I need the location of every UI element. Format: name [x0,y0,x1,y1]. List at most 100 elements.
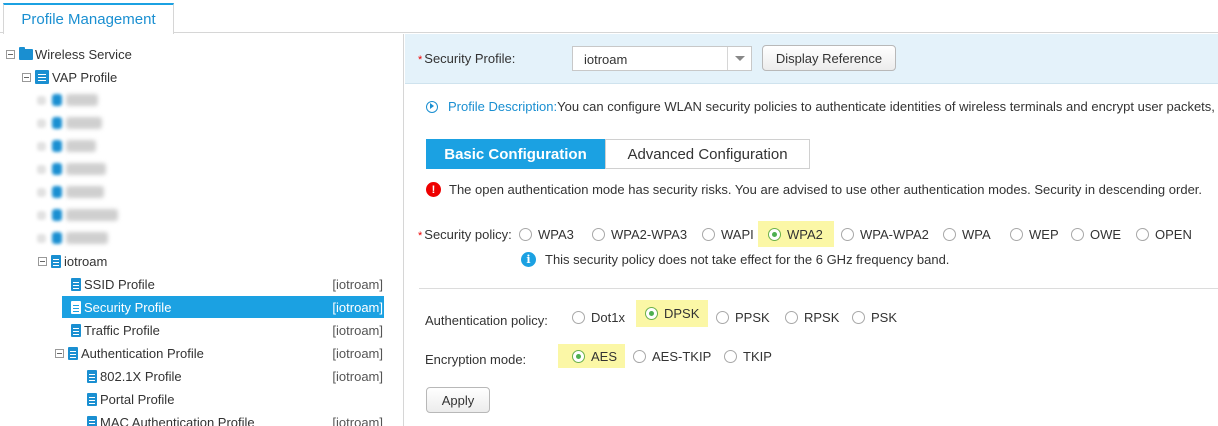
radio-button[interactable] [1071,227,1084,241]
radio-dot1x[interactable]: Dot1x [572,304,625,330]
tree-label: SSID Profile [84,276,155,292]
radio-aes[interactable]: AES [558,344,626,368]
tree-node-redacted[interactable] [37,227,108,249]
radio-rpsk[interactable]: RPSK [785,304,839,330]
required-mark: * [418,230,423,242]
tree-node-redacted[interactable] [37,158,106,180]
security-profile-select[interactable]: iotroam [572,46,752,71]
radio-psk[interactable]: PSK [852,304,897,330]
radio-label: WPA-WPA2 [860,226,929,242]
redacted-label [66,186,104,198]
display-reference-button[interactable]: Display Reference [762,45,896,71]
radio-label: WPA [962,226,991,242]
radio-label: PSK [871,309,898,325]
tree-node-vap-profile[interactable]: VAP Profile [22,66,117,88]
radio-button[interactable] [702,227,715,241]
error-icon: ! [426,182,441,197]
tree-label: 802.1X Profile [100,368,182,384]
redacted-expander [37,187,46,197]
profile-description-text: You can configure WLAN security policies… [557,99,1215,114]
radio-label: RPSK [804,309,840,325]
tree-node-redacted[interactable] [37,135,96,157]
tree-node-security-profile[interactable]: Security Profile [iotroam] [62,296,384,318]
document-icon [87,415,97,426]
radio-button[interactable] [592,227,605,241]
tree-node-portal-profile[interactable]: Portal Profile [87,388,174,410]
radio-button[interactable] [572,310,585,324]
document-icon [87,392,97,406]
radio-button[interactable] [724,349,737,363]
tree-node-redacted[interactable] [37,204,118,226]
radio-button[interactable] [852,310,865,324]
profile-description-link[interactable]: Profile Description: [448,99,557,114]
tab-advanced-configuration[interactable]: Advanced Configuration [605,139,810,169]
radio-wpa2-wpa3[interactable]: WPA2-WPA3 [592,221,687,247]
tree-node-redacted[interactable] [37,181,104,203]
radio-label: WPA2-WPA3 [611,226,688,242]
radio-button[interactable] [1136,227,1149,241]
config-panel: * Security Profile: iotroam Display Refer… [405,34,1218,426]
radio-wpa2[interactable]: WPA2 [758,221,834,247]
radio-tkip[interactable]: TKIP [724,343,772,369]
tree-node-wireless-service[interactable]: Wireless Service [6,43,132,65]
radio-label: WAPI [721,226,754,242]
tree-node-mac-auth-profile[interactable]: MAC Authentication Profile [iotroam] [87,411,383,426]
tree-label: Security Profile [84,299,172,315]
radio-button[interactable] [785,310,798,324]
tree-tag: [iotroam] [332,414,383,426]
tree-node-redacted[interactable] [37,112,102,134]
radio-label: AES [591,348,618,364]
radio-button[interactable] [572,349,585,363]
tab-profile-management[interactable]: Profile Management [3,3,174,34]
document-icon [52,140,62,152]
radio-wep[interactable]: WEP [1010,221,1059,247]
collapse-icon[interactable] [55,348,64,358]
radio-button[interactable] [645,307,658,320]
tree-node-8021x-profile[interactable]: 802.1X Profile [iotroam] [87,365,383,387]
security-warning: ! The open authentication mode has secur… [426,182,1202,197]
radio-owe[interactable]: OWE [1071,221,1121,247]
radio-button[interactable] [633,349,646,363]
radio-button[interactable] [841,227,854,241]
chevron-down-icon[interactable] [727,47,751,70]
radio-button[interactable] [716,310,729,324]
radio-wpa-wpa2[interactable]: WPA-WPA2 [841,221,929,247]
radio-aes-tkip[interactable]: AES-TKIP [633,343,711,369]
document-icon [52,186,62,198]
collapse-icon[interactable] [38,256,47,266]
document-icon [71,300,81,314]
radio-wpa3[interactable]: WPA3 [519,221,574,247]
radio-open[interactable]: OPEN [1136,221,1192,247]
tree-node-ssid-profile[interactable]: SSID Profile [iotroam] [71,273,383,295]
radio-button[interactable] [768,227,781,241]
collapse-icon[interactable] [22,72,31,82]
radio-wpa[interactable]: WPA [943,221,991,247]
tree-node-authentication-profile[interactable]: Authentication Profile [iotroam] [55,342,383,364]
tab-basic-configuration[interactable]: Basic Configuration [426,139,605,169]
radio-wapi[interactable]: WAPI [702,221,754,247]
tree-node-redacted[interactable] [37,89,98,111]
tree-tag: [iotroam] [332,322,383,338]
tree-label: Wireless Service [35,46,132,62]
radio-dpsk[interactable]: DPSK [636,300,709,327]
profile-description: Profile Description: You can configure W… [426,99,1215,114]
radio-button[interactable] [943,227,956,241]
apply-button[interactable]: Apply [426,387,490,413]
document-icon [71,323,81,337]
document-icon [87,369,97,383]
tree-node-traffic-profile[interactable]: Traffic Profile [iotroam] [71,319,383,341]
play-circle-icon[interactable] [426,100,438,113]
collapse-icon[interactable] [6,49,15,59]
tree-tag: [iotroam] [332,276,383,292]
security-policy-note: i This security policy does not take eff… [521,252,949,267]
redacted-label [66,209,118,221]
document-icon [52,94,62,106]
tree-node-iotroam[interactable]: iotroam [38,250,107,272]
note-text: This security policy does not take effec… [545,252,950,267]
radio-ppsk[interactable]: PPSK [716,304,770,330]
radio-button[interactable] [519,227,532,241]
redacted-label [66,94,98,106]
security-policy-label-text: Security policy: [424,227,512,242]
tree-label: Traffic Profile [84,322,160,338]
radio-button[interactable] [1010,227,1023,241]
